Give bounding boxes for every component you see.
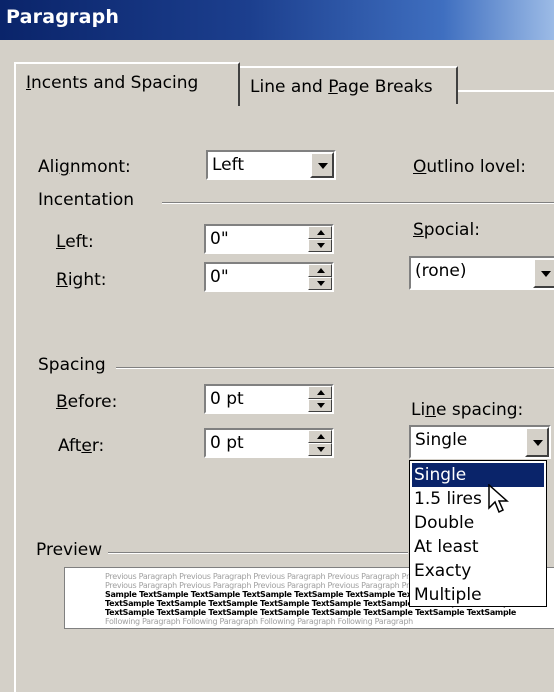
indentation-group-label: Incentation [38,190,135,210]
spin-down-button[interactable] [308,277,332,290]
option-multiple[interactable]: Multiple [412,583,544,607]
left-indent-label: Left: [56,232,94,252]
spin-down-button[interactable] [308,239,332,252]
spin-up-button[interactable] [308,264,332,277]
spacing-before-label: Before: [56,392,118,412]
title-bar[interactable]: Paragraph [0,0,554,40]
preview-sample-text: TextSample TextSample TextSample TextSam… [105,608,516,617]
option-double[interactable]: Double [412,511,544,535]
spacing-before-value: 0 pt [210,389,244,409]
alignment-value: Left [212,155,244,175]
tab-label: Line and Page Breaks [250,77,433,97]
spin-down-button[interactable] [308,443,332,456]
special-value: (rone) [415,261,467,281]
arrow-down-icon [317,243,325,248]
spacing-after-spinner[interactable]: 0 pt [204,428,334,458]
spin-up-button[interactable] [308,430,332,443]
line-spacing-value: Single [415,430,468,450]
outline-level-label: Outlino lovel: [413,157,526,177]
line-spacing-label: Line spacing: [411,400,524,420]
right-indent-value: 0" [210,267,229,287]
alignment-label: Alignmont: [38,157,131,177]
left-indent-value: 0" [210,229,229,249]
arrow-down-icon [317,447,325,452]
spacing-after-label: After: [58,436,105,456]
special-dropdown[interactable]: (rone) [409,256,554,290]
line-spacing-dropdown[interactable]: Single [409,425,551,459]
option-at-least[interactable]: At least [412,535,544,559]
option-1-5-lines[interactable]: 1.5 lires [412,487,544,511]
arrow-down-icon [317,403,325,408]
option-single[interactable]: Single [412,463,544,487]
spacing-divider [116,367,554,369]
preview-group-label: Preview [36,540,103,560]
tab-indents-and-spacing[interactable]: Incents and Spacing [14,62,240,106]
spin-up-button[interactable] [308,386,332,399]
window-title: Paragraph [6,6,120,28]
line-spacing-options-list[interactable]: Single 1.5 lires Double At least Exacty … [409,460,547,607]
right-indent-label: Right: [56,270,107,290]
right-indent-spinner[interactable]: 0" [204,262,334,292]
tab-label: Incents and Spacing [26,73,199,93]
arrow-up-icon [317,390,325,395]
spin-up-button[interactable] [308,226,332,239]
mouse-pointer-icon [488,484,509,514]
spacing-group-label: Spacing [38,355,106,375]
indentation-divider [162,202,554,204]
spacing-before-spinner[interactable]: 0 pt [204,384,334,414]
alignment-dropdown[interactable]: Left [206,150,336,180]
line-spacing-dropdown-button[interactable] [525,427,549,457]
chevron-down-icon [318,163,328,169]
special-dropdown-button[interactable] [533,258,554,288]
left-indent-spinner[interactable]: 0" [204,224,334,254]
tab-line-and-page-breaks[interactable]: Line and Page Breaks [240,66,458,104]
preview-divider [108,552,408,554]
special-label: Spocial: [413,220,480,240]
chevron-down-icon [533,440,543,446]
spacing-after-value: 0 pt [210,433,244,453]
arrow-up-icon [317,268,325,273]
preview-following-paragraph: Following Paragraph Following Paragraph … [105,617,413,626]
spin-down-button[interactable] [308,399,332,412]
arrow-up-icon [317,434,325,439]
arrow-up-icon [317,230,325,235]
option-exactly[interactable]: Exacty [412,559,544,583]
chevron-down-icon [541,271,551,277]
arrow-down-icon [317,281,325,286]
alignment-dropdown-button[interactable] [310,152,334,178]
